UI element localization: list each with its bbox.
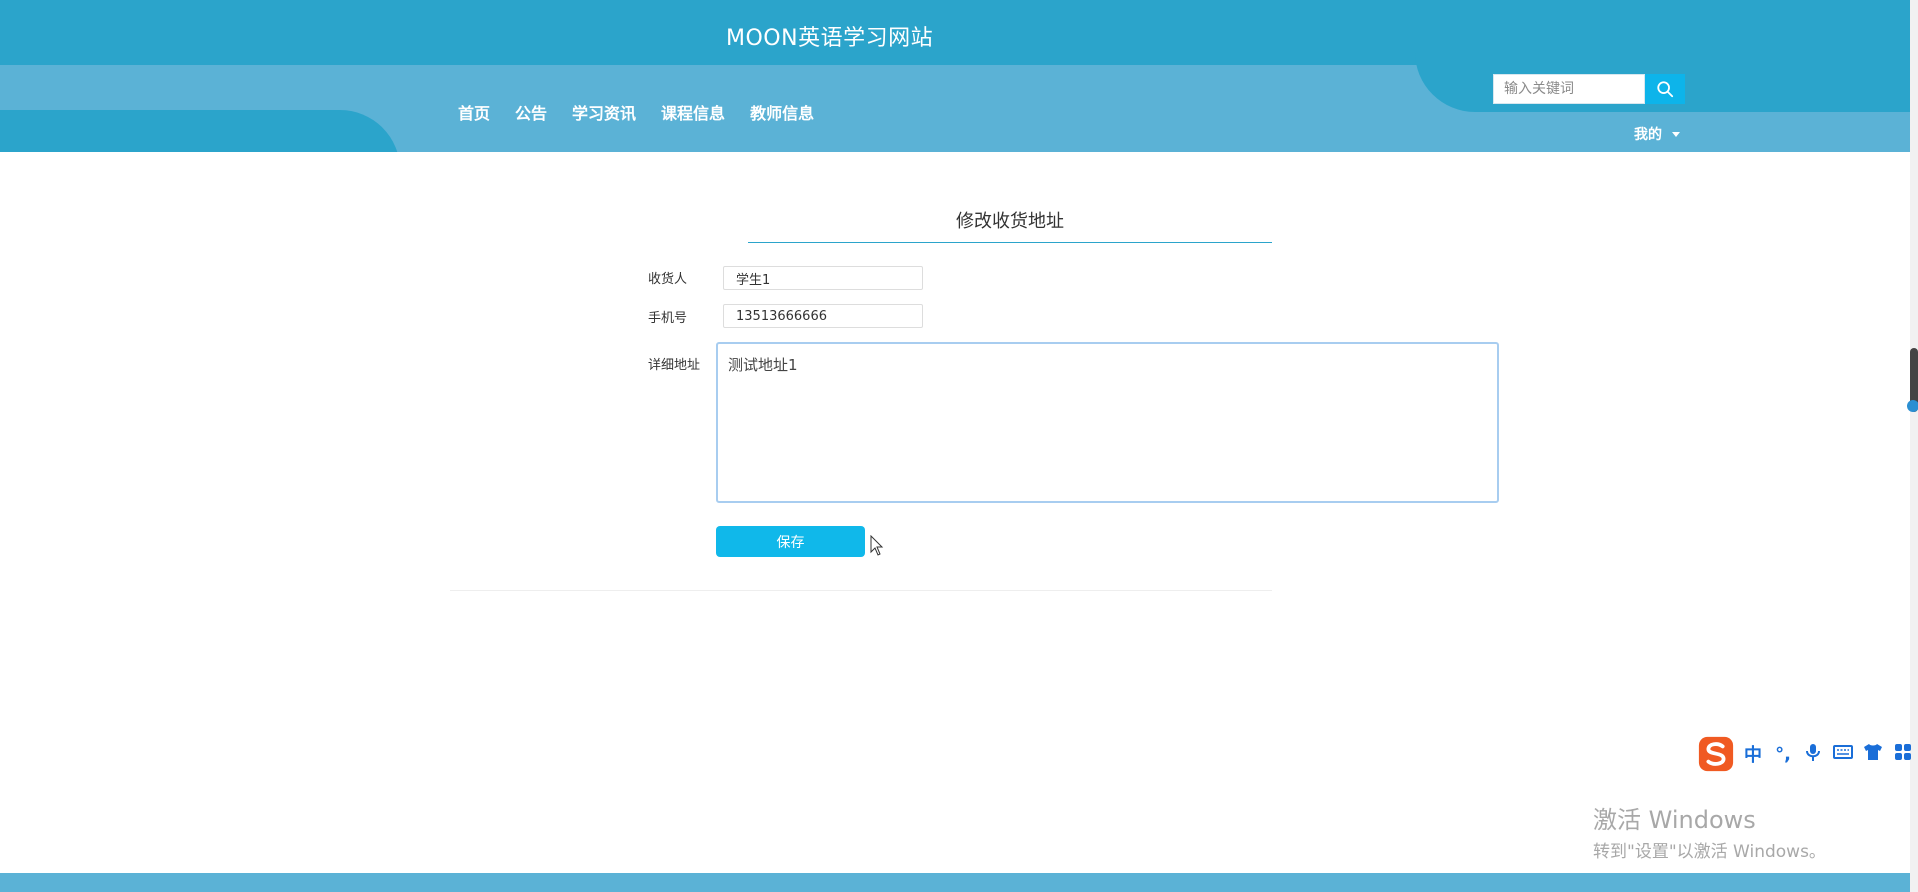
ime-skin[interactable] (1861, 742, 1885, 767)
recipient-label: 收货人 (648, 272, 688, 287)
windows-activation-watermark: 激活 Windows 转到"设置"以激活 Windows。 (1593, 800, 1826, 862)
my-account-menu[interactable]: 我的 (1634, 124, 1680, 144)
search-icon (1657, 81, 1674, 98)
my-account-label: 我的 (1634, 127, 1662, 143)
nav-item-study-news[interactable]: 学习资讯 (572, 100, 636, 124)
content-divider (450, 590, 1272, 591)
nav-item-courses[interactable]: 课程信息 (661, 100, 725, 124)
address-label: 详细地址 (648, 358, 701, 373)
ime-punctuation-mode[interactable]: °, (1771, 744, 1795, 765)
ime-voice[interactable] (1801, 742, 1825, 767)
watermark-line1: 激活 Windows (1593, 806, 1756, 834)
caret-down-icon (1672, 131, 1680, 137)
scrollbar-knob[interactable] (1907, 400, 1918, 412)
recipient-input[interactable] (723, 266, 923, 290)
search-button[interactable] (1645, 74, 1685, 104)
phone-input[interactable] (723, 304, 923, 328)
ime-toolbox[interactable] (1891, 742, 1915, 767)
main-nav: 首页 公告 学习资讯 课程信息 教师信息 (458, 100, 839, 124)
phone-label: 手机号 (648, 311, 688, 326)
ime-keyboard[interactable] (1831, 742, 1855, 767)
nav-item-teachers[interactable]: 教师信息 (750, 100, 814, 124)
microphone-icon (1806, 743, 1820, 761)
ime-chinese-mode[interactable]: 中 (1741, 741, 1765, 767)
shirt-icon (1864, 743, 1882, 760)
ime-toolbar: 中 °, (1697, 735, 1915, 773)
search-box (1493, 74, 1685, 104)
nav-item-home[interactable]: 首页 (458, 100, 490, 124)
search-input[interactable] (1493, 74, 1645, 104)
nav-item-announcements[interactable]: 公告 (515, 100, 547, 124)
footer-bar (0, 873, 1910, 892)
header-wave-left (0, 110, 400, 152)
keyboard-icon (1833, 744, 1853, 759)
form-title: 修改收货地址 (956, 211, 1064, 232)
save-button[interactable]: 保存 (716, 526, 865, 557)
site-title: MOON英语学习网站 (726, 26, 934, 51)
title-underline (748, 242, 1272, 243)
sogou-logo-icon[interactable] (1697, 735, 1735, 773)
address-textarea[interactable]: 测试地址1 (716, 342, 1499, 503)
mouse-cursor-icon (870, 535, 884, 556)
grid-icon (1895, 743, 1911, 760)
watermark-line2: 转到"设置"以激活 Windows。 (1593, 842, 1826, 862)
